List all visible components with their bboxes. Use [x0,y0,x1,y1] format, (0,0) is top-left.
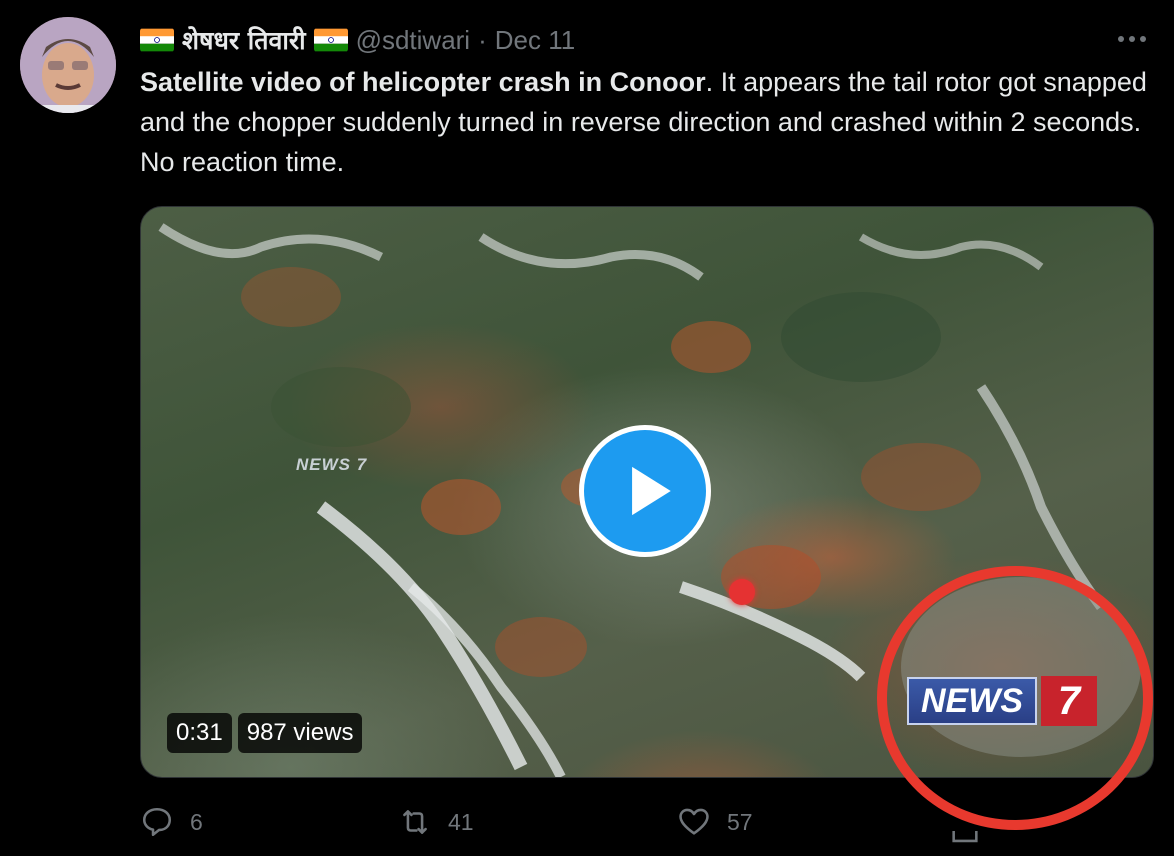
retweet-icon [403,810,427,834]
video-badges: 0:31 987 views [167,713,363,753]
india-flag-icon [313,28,348,52]
reply-icon [142,807,172,837]
highlight-circle-annotation [877,566,1153,830]
user-handle[interactable]: @sdtiwari [356,25,471,56]
news7-watermark-small: NEWS 7 [296,455,368,474]
avatar[interactable] [20,17,116,113]
view-count: 987 views [237,713,363,753]
display-name[interactable]: शेषधर तिवारी [182,23,306,57]
tweet-header: शेषधर तिवारी @sdtiwari · Dec 11 [140,20,575,60]
video-duration: 0:31 [167,713,232,753]
india-flag-icon [140,28,174,52]
avatar-image [20,17,116,113]
tweet-date[interactable]: Dec 11 [495,25,575,56]
separator-dot: · [478,24,487,55]
like-button[interactable]: 57 [677,805,753,839]
retweet-count: 41 [448,808,474,835]
play-button[interactable] [579,425,711,557]
heart-icon [679,808,709,835]
tweet-text: Satellite video of helicopter crash in C… [140,62,1150,182]
crash-location-marker [729,579,755,605]
like-count: 57 [727,808,753,835]
more-icon[interactable] [1112,22,1152,56]
retweet-button[interactable]: 41 [398,805,474,839]
tweet-text-bold: Satellite video of helicopter crash in C… [140,67,706,97]
reply-button[interactable]: 6 [140,805,203,839]
reply-count: 6 [190,808,203,835]
play-icon [632,466,671,516]
